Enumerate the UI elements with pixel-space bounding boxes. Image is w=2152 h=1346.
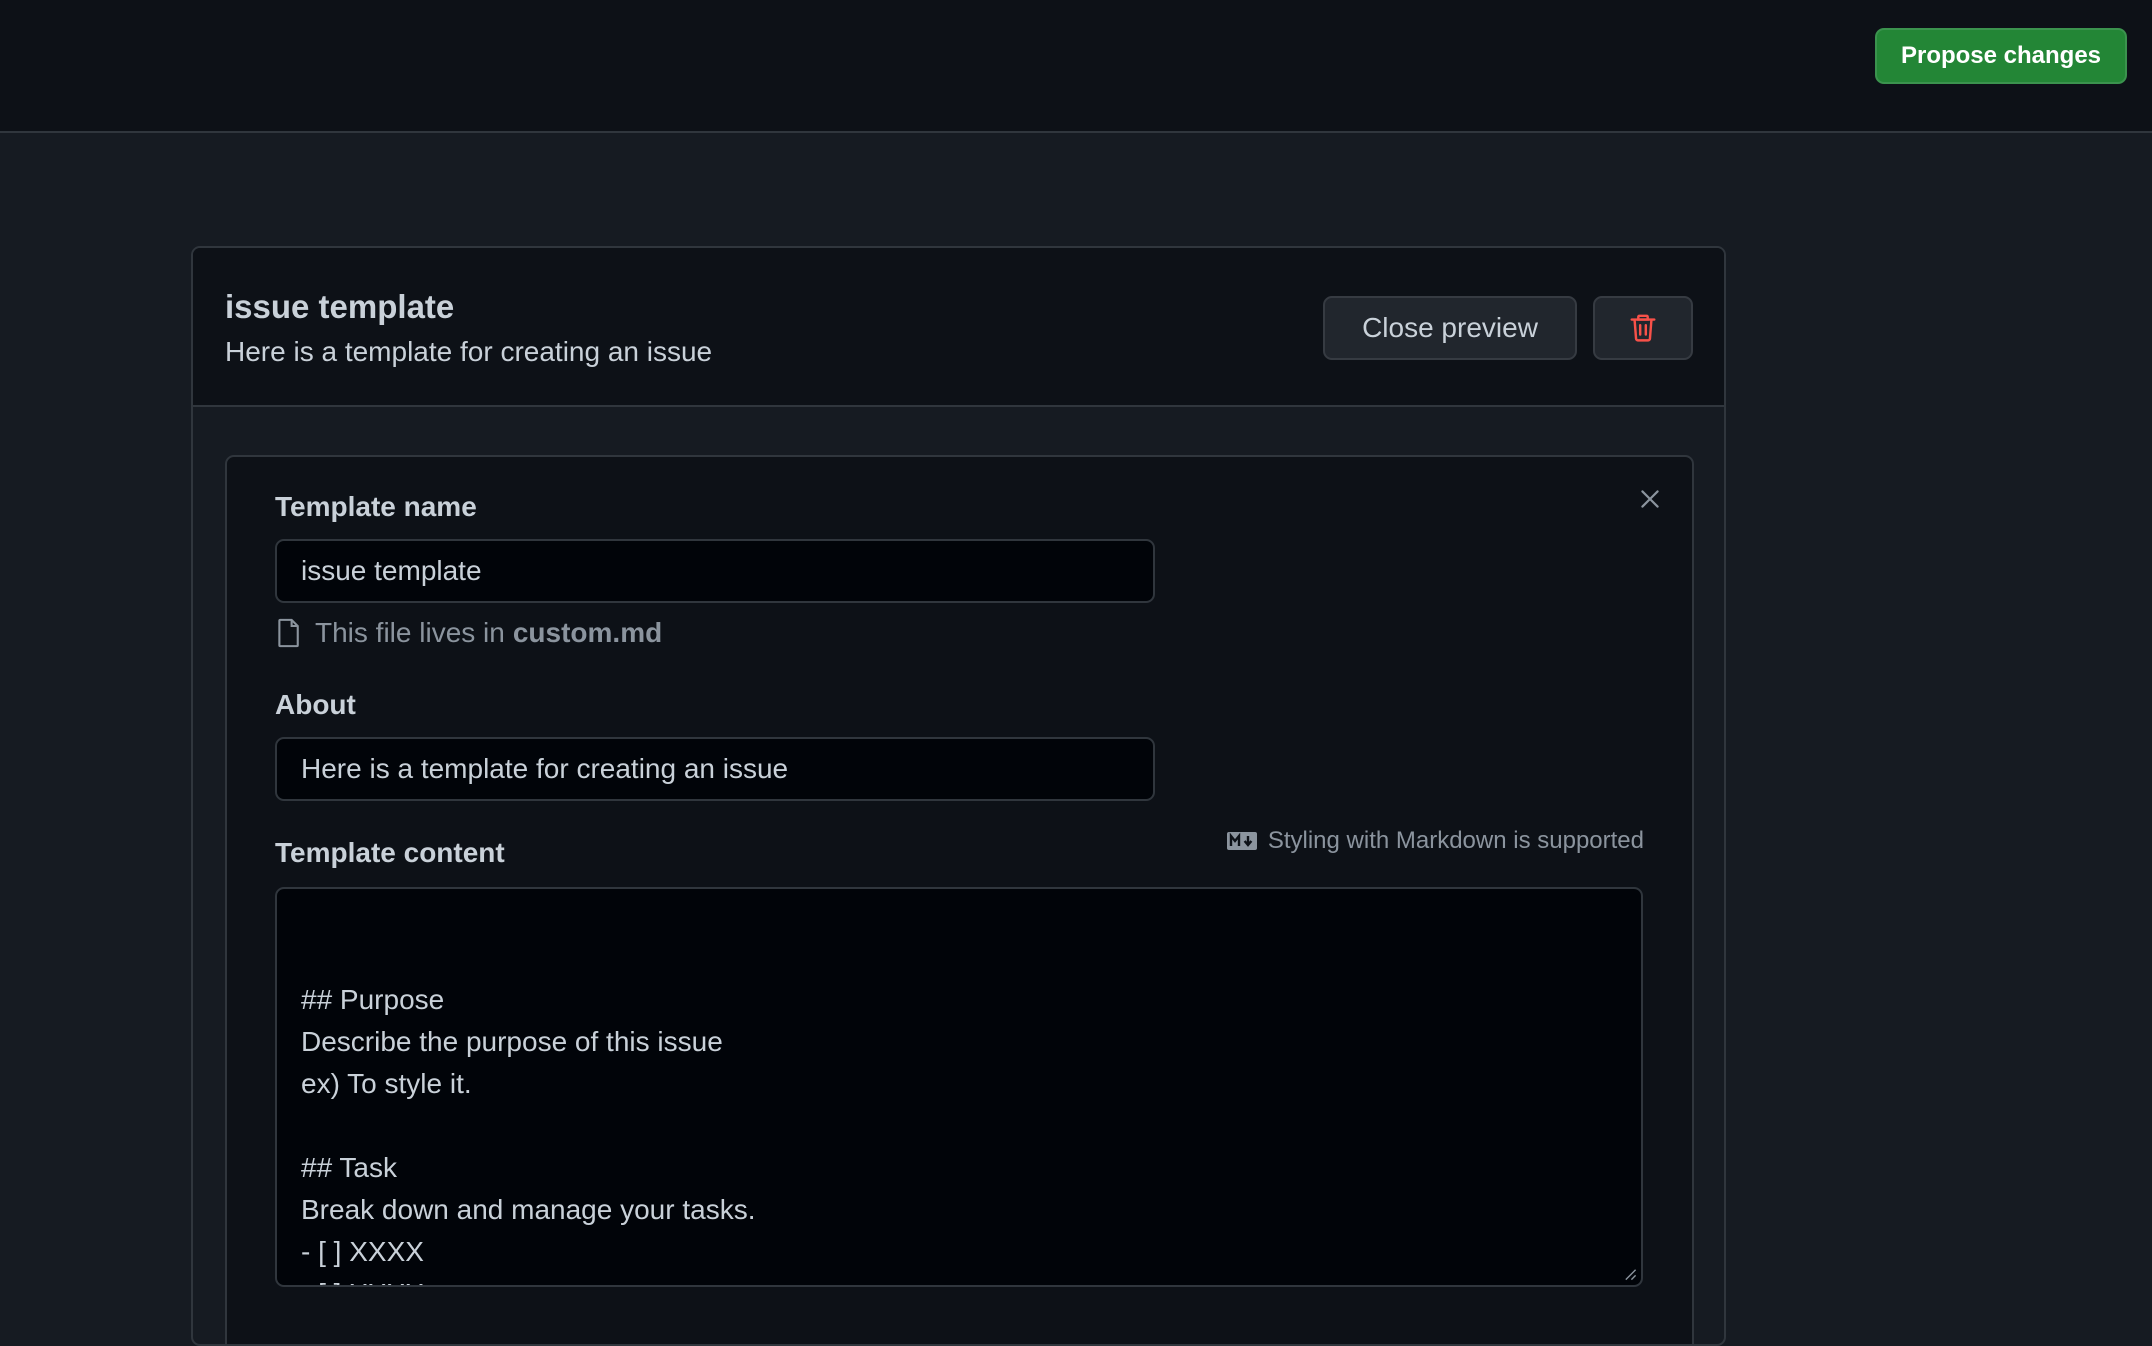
template-content-line: Describe the purpose of this issue (301, 1026, 723, 1057)
template-content-line: ## Purpose (301, 984, 445, 1015)
template-description: Here is a template for creating an issue (225, 336, 713, 367)
delete-template-button[interactable] (1593, 296, 1693, 360)
template-content-line: - [ ] XXXX (301, 1273, 1617, 1285)
template-content-line: ## Task (301, 1152, 397, 1183)
template-title: issue template (225, 288, 455, 325)
file-name: custom.md (512, 617, 663, 648)
markdown-icon (1226, 832, 1257, 850)
template-content-textarea[interactable]: ## Purpose Describe the purpose of this i… (275, 887, 1643, 1287)
template-name-input[interactable]: issue template (275, 539, 1155, 603)
template-name-label: Template name (275, 491, 477, 522)
file-note-text: This file lives in (315, 617, 505, 648)
template-form: Template name issue template This file l… (225, 455, 1694, 1344)
resize-handle-icon[interactable] (1623, 1267, 1637, 1281)
template-content-label: Template content (275, 837, 505, 868)
template-content-line: ex) To style it. (301, 1068, 472, 1099)
close-form-button[interactable] (1630, 479, 1670, 519)
template-content-line (301, 1105, 1617, 1147)
propose-changes-button[interactable]: Propose changes (1875, 28, 2127, 84)
file-icon (278, 618, 299, 648)
about-input[interactable]: Here is a template for creating an issue (275, 737, 1155, 801)
template-card-header: issue template Here is a template for cr… (193, 248, 1724, 407)
markdown-support-note: Styling with Markdown is supported (1226, 827, 1644, 855)
file-location-note: This file lives in custom.md (275, 617, 662, 649)
top-bar: Propose changes (0, 0, 2152, 133)
template-content-line: - [ ] XXXX (301, 1236, 424, 1267)
x-icon (1641, 490, 1659, 508)
trash-icon (1630, 314, 1656, 342)
close-preview-button[interactable]: Close preview (1323, 296, 1577, 360)
markdown-note-text: Styling with Markdown is supported (1267, 827, 1644, 854)
about-label: About (275, 689, 356, 720)
template-card: issue template Here is a template for cr… (191, 246, 1726, 1346)
template-content-line: Break down and manage your tasks. (301, 1194, 756, 1225)
